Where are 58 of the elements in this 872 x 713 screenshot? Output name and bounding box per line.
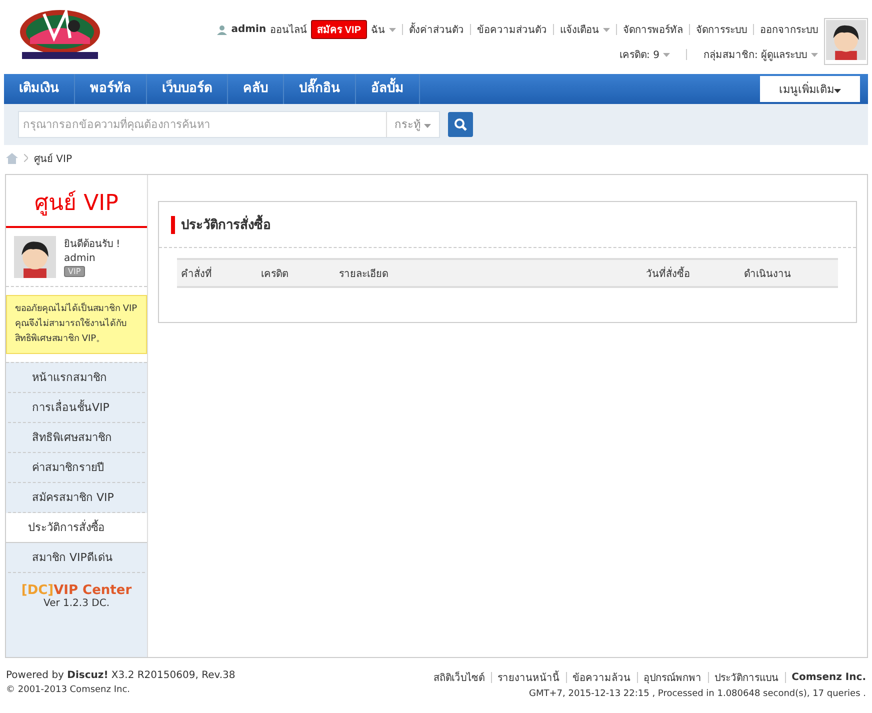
sidebar-item[interactable]: ประวัติการสั่งซื้อ bbox=[6, 513, 147, 543]
user-menu-link[interactable]: ตั้งค่าส่วนตัว bbox=[409, 22, 464, 37]
online-status: ออนไลน์ bbox=[270, 23, 308, 37]
sidebar-item[interactable]: การเลื่อนชั้นVIP bbox=[8, 393, 145, 423]
credit-link[interactable]: เครดิต: 9 bbox=[620, 47, 660, 62]
dropdown-caret-icon[interactable] bbox=[663, 52, 670, 56]
breadcrumb-link[interactable]: ศูนย์ VIP bbox=[34, 150, 72, 166]
footer-link[interactable]: ข้อความล้วน bbox=[572, 670, 631, 685]
sidebar-item[interactable]: สมาชิก VIPดีเด่น bbox=[8, 543, 145, 573]
user-menu-link[interactable]: จัดการพอร์ทัล bbox=[623, 22, 683, 37]
welcome-text: ยินดีต้อนรับ ! bbox=[64, 238, 120, 251]
username-link[interactable]: admin bbox=[231, 24, 266, 35]
sidebar-item[interactable]: ค่าสมาชิกรายปี bbox=[8, 453, 145, 483]
group-link[interactable]: กลุ่มสมาชิก: ผู้ดูแลระบบ bbox=[703, 47, 807, 62]
chevron-icon bbox=[24, 154, 28, 162]
column-header: คำสั่งที่ bbox=[181, 266, 213, 280]
title-accent-bar bbox=[171, 216, 175, 234]
footer-link[interactable]: อุปกรณ์พกพา bbox=[644, 670, 702, 685]
user-menu-link[interactable]: จัดการระบบ bbox=[696, 22, 747, 37]
dropdown-caret-icon[interactable] bbox=[603, 28, 610, 32]
column-header: วันที่สั่งซื้อ bbox=[646, 266, 691, 280]
brand-title: [DC]VIP Center bbox=[20, 582, 133, 598]
caret-icon bbox=[424, 124, 431, 128]
search-button[interactable] bbox=[448, 112, 473, 137]
processing-stats: GMT+7, 2015-12-13 22:15 , Processed in 1.080648 second(s), 17 queries . bbox=[529, 689, 866, 699]
avatar-icon bbox=[826, 20, 866, 60]
powered-by-text: Powered by Discuz! X3.2 R20150609, Rev.38 bbox=[6, 670, 236, 681]
footer-link[interactable]: ประวัติการแบน bbox=[714, 670, 779, 685]
search-field[interactable]: กรุณากรอกข้อความที่คุณต้องการค้นหา กระทู้ bbox=[18, 111, 440, 138]
dropdown-caret-icon[interactable] bbox=[811, 52, 818, 56]
column-header: เครดิต bbox=[261, 268, 289, 280]
user-menu-link[interactable]: แจ้งเตือน bbox=[560, 22, 599, 37]
vip-badge: VIP bbox=[64, 266, 85, 277]
user-icon bbox=[217, 24, 228, 34]
profile-username: admin bbox=[64, 253, 96, 264]
search-icon bbox=[454, 118, 467, 131]
company-link[interactable]: Comsenz Inc. bbox=[792, 672, 866, 683]
vip-signup-button[interactable]: สมัคร VIP bbox=[311, 20, 367, 39]
column-header: ดำเนินงาน bbox=[744, 268, 792, 280]
user-menu-link[interactable]: ข้อความส่วนตัว bbox=[477, 22, 547, 37]
user-menu-link[interactable]: ฉัน bbox=[371, 22, 385, 37]
avatar-icon bbox=[14, 236, 56, 278]
column-header: รายละเอียด bbox=[339, 268, 389, 280]
version-text: Ver 1.2.3 DC. bbox=[42, 598, 110, 609]
footer-link[interactable]: สถิติเว็บไซต์ bbox=[434, 670, 485, 685]
notice-box: ขออภัยคุณไม่ได้เป็นสมาชิก VIP คุณจึงไม่สามารถใช้งานได้กับสิทธิพิเศษสมาชิก VIP。 bbox=[6, 295, 147, 354]
more-menu-button[interactable]: เมนูเพิ่มเติม bbox=[760, 76, 860, 102]
caret-icon bbox=[834, 89, 841, 93]
footer-link[interactable]: รายงานหน้านี้ bbox=[498, 670, 560, 685]
home-icon[interactable] bbox=[6, 152, 18, 164]
panel-title: ประวัติการสั่งซื้อ bbox=[181, 214, 271, 235]
dropdown-caret-icon[interactable] bbox=[389, 28, 396, 32]
sidebar-item[interactable]: สิทธิพิเศษสมาชิก bbox=[8, 423, 145, 453]
sidebar-title: ศูนย์ VIP bbox=[6, 175, 147, 228]
user-menu-link[interactable]: ออกจากระบบ bbox=[760, 22, 818, 37]
copyright-text: © 2001-2013 Comsenz Inc. bbox=[6, 685, 132, 695]
search-scope-dropdown[interactable]: กระทู้ bbox=[386, 112, 439, 137]
sidebar-item[interactable]: หน้าแรกสมาชิก bbox=[8, 363, 145, 393]
